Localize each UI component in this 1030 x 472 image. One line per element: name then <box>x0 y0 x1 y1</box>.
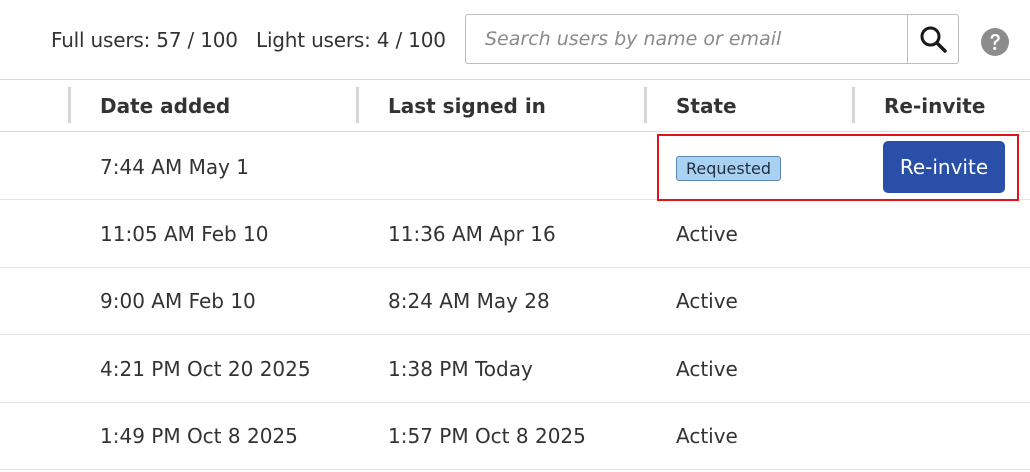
state-cell: Active <box>676 424 738 448</box>
search-icon <box>920 26 947 53</box>
table-row[interactable]: 7:44 AM May 1 Requested <box>0 132 1030 200</box>
column-header-state[interactable]: State <box>676 94 737 118</box>
date-added-cell: 7:44 AM May 1 <box>100 155 249 179</box>
question-circle-icon[interactable] <box>981 28 1009 56</box>
toolbar: Full users: 57 / 100 Light users: 4 / 10… <box>0 0 1030 80</box>
search-input[interactable] <box>466 15 908 63</box>
table-row[interactable]: 11:05 AM Feb 10 11:36 AM Apr 16 Active <box>0 200 1030 268</box>
search-box <box>465 14 959 64</box>
reinvite-button[interactable]: Re-invite <box>883 141 1005 193</box>
date-added-cell: 11:05 AM Feb 10 <box>100 222 269 246</box>
column-resize-handle[interactable] <box>68 87 71 123</box>
last-signed-in-cell: 11:36 AM Apr 16 <box>388 222 556 246</box>
table-row[interactable]: 1:49 PM Oct 8 2025 1:57 PM Oct 8 2025 Ac… <box>0 403 1030 470</box>
column-resize-handle[interactable] <box>356 87 359 123</box>
user-management-page: Full users: 57 / 100 Light users: 4 / 10… <box>0 0 1030 472</box>
status-badge: Requested <box>676 156 781 181</box>
date-added-cell: 1:49 PM Oct 8 2025 <box>100 424 298 448</box>
column-resize-handle[interactable] <box>644 87 647 123</box>
column-header-last-signed-in[interactable]: Last signed in <box>388 94 546 118</box>
table-header: Date added Last signed in State Re-invit… <box>0 80 1030 132</box>
full-users-count: Full users: 57 / 100 <box>51 28 238 52</box>
column-resize-handle[interactable] <box>852 87 855 123</box>
last-signed-in-cell: 1:57 PM Oct 8 2025 <box>388 424 586 448</box>
table-row[interactable]: 9:00 AM Feb 10 8:24 AM May 28 Active <box>0 268 1030 335</box>
date-added-cell: 4:21 PM Oct 20 2025 <box>100 357 311 381</box>
light-users-count: Light users: 4 / 100 <box>256 28 446 52</box>
last-signed-in-cell: 1:38 PM Today <box>388 357 533 381</box>
search-button[interactable] <box>907 15 958 63</box>
state-cell: Active <box>676 357 738 381</box>
column-header-date-added[interactable]: Date added <box>100 94 230 118</box>
state-cell: Active <box>676 289 738 313</box>
state-cell: Active <box>676 222 738 246</box>
last-signed-in-cell: 8:24 AM May 28 <box>388 289 550 313</box>
table-row[interactable]: 4:21 PM Oct 20 2025 1:38 PM Today Active <box>0 335 1030 403</box>
column-header-reinvite[interactable]: Re-invite <box>884 94 985 118</box>
date-added-cell: 9:00 AM Feb 10 <box>100 289 256 313</box>
